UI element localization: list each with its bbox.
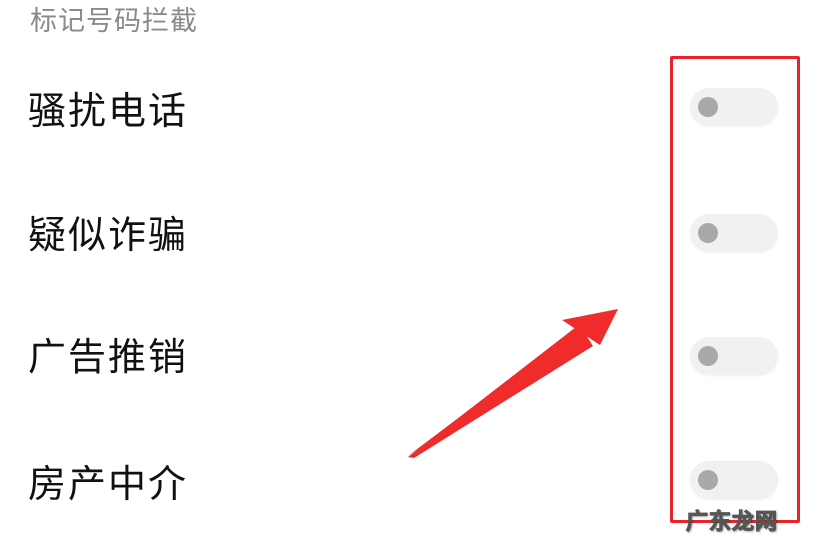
annotation-arrow-icon <box>408 309 618 458</box>
watermark-text: 广东龙网 <box>685 510 779 536</box>
arrow-body <box>408 320 593 458</box>
